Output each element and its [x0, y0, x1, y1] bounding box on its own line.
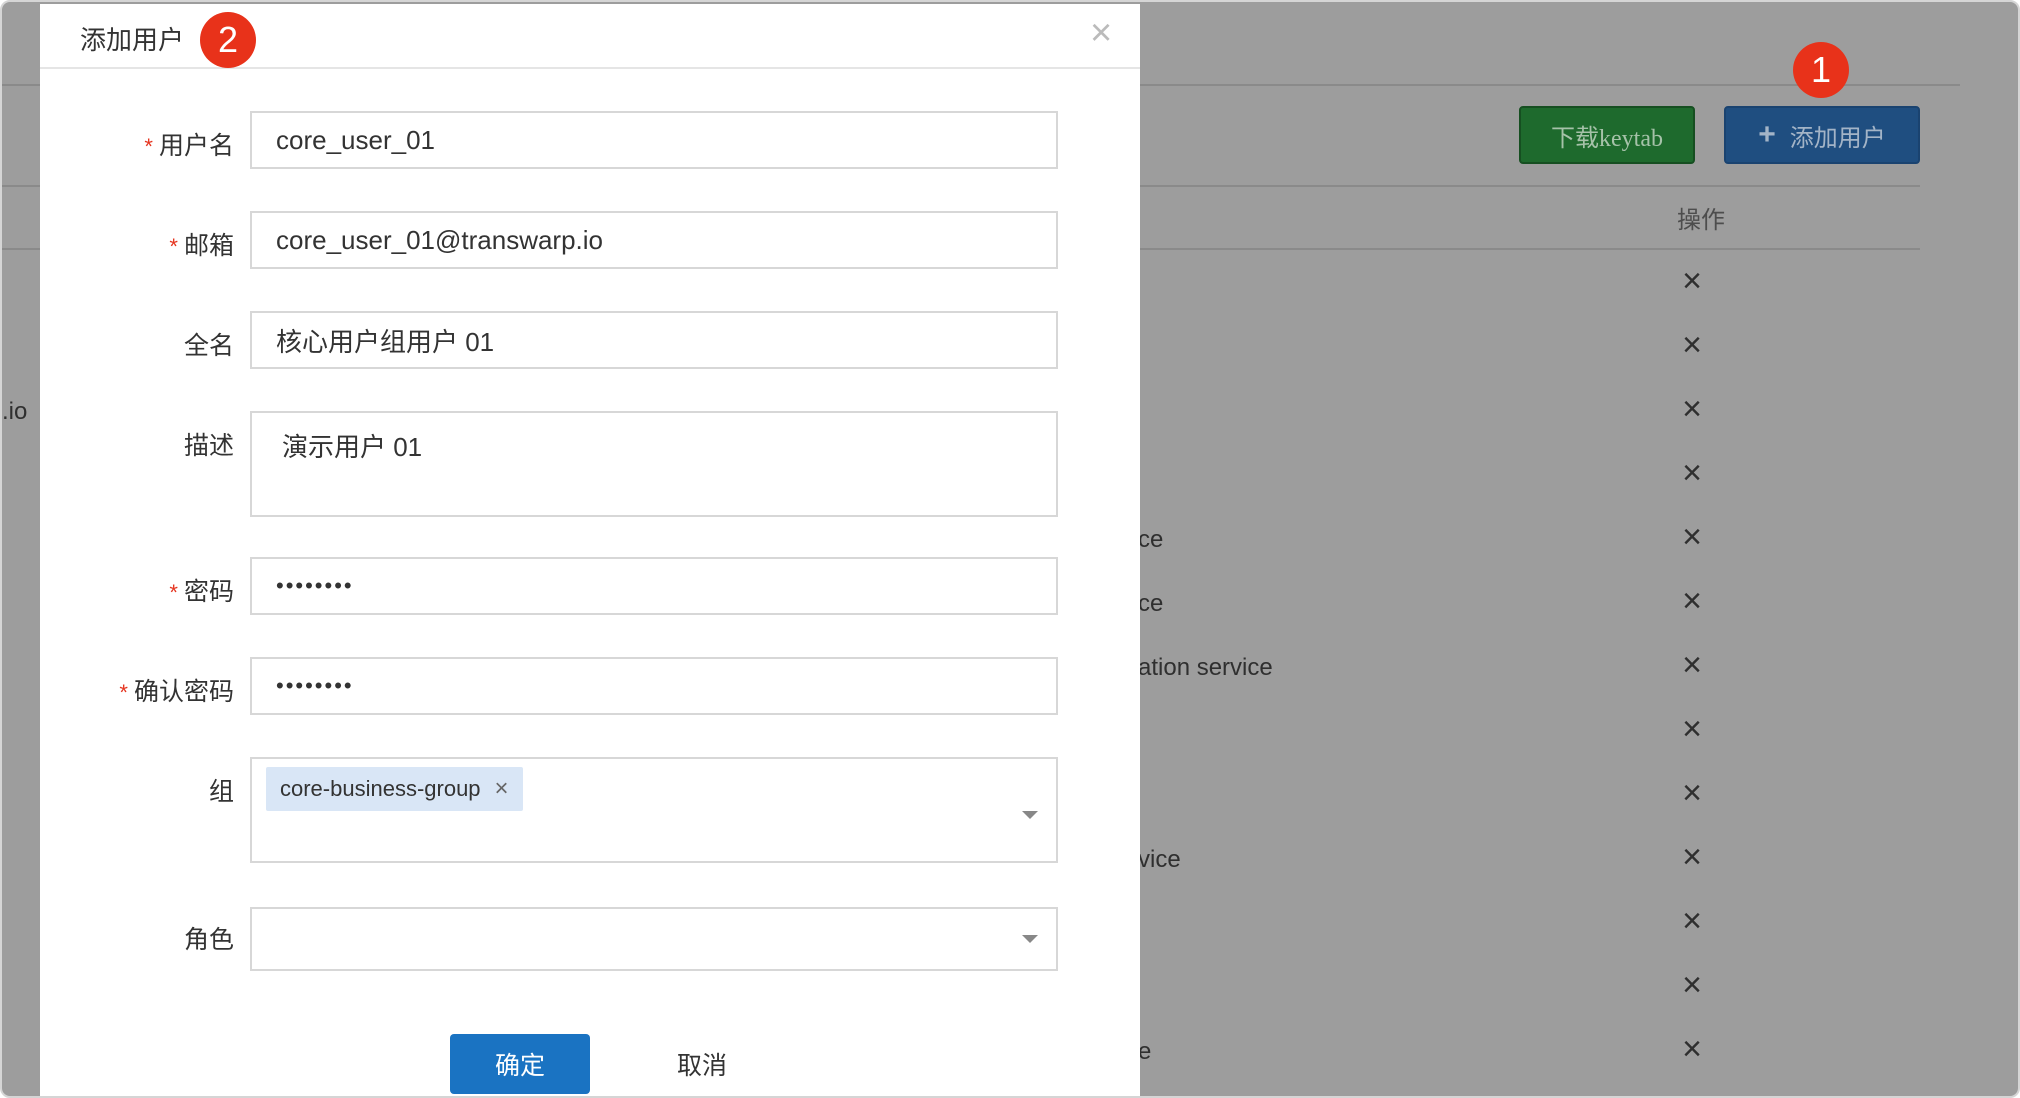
row-delete-icon[interactable]: ×: [1677, 968, 1707, 1002]
required-mark: *: [169, 234, 178, 259]
cancel-button[interactable]: 取消: [652, 1034, 752, 1094]
row-delete-icon[interactable]: ×: [1677, 648, 1707, 682]
download-keytab-label: 下载keytab: [1551, 125, 1663, 152]
row-delete-icon[interactable]: ×: [1677, 712, 1707, 746]
email-label: * 邮箱: [169, 232, 234, 260]
row-delete-icon[interactable]: ×: [1677, 392, 1707, 426]
tag-remove-icon[interactable]: ×: [495, 775, 509, 803]
partial-cell-text: ce: [1138, 590, 1164, 617]
step-badge-2: 2: [200, 12, 256, 68]
row-delete-icon[interactable]: ×: [1677, 520, 1707, 554]
required-mark: *: [169, 580, 178, 605]
fullname-input[interactable]: 核心用户组用户 01: [250, 311, 1058, 369]
row-delete-icon[interactable]: ×: [1677, 328, 1707, 362]
confirm-password-label: * 确认密码: [119, 678, 234, 706]
dialog-title: 添加用户: [80, 25, 185, 55]
plus-icon: +: [1758, 118, 1776, 151]
role-label: 角色: [183, 926, 234, 954]
step-badge-1: 1: [1793, 42, 1849, 98]
chevron-down-icon[interactable]: [1022, 935, 1038, 943]
partial-cell-text: ce: [1138, 526, 1164, 553]
username-input[interactable]: core_user_01: [250, 111, 1058, 169]
row-delete-icon[interactable]: ×: [1677, 904, 1707, 938]
row-delete-icon[interactable]: ×: [1677, 264, 1707, 298]
description-label: 描述: [183, 432, 234, 460]
password-label: * 密码: [169, 578, 234, 606]
username-label: * 用户名: [144, 132, 234, 160]
row-delete-icon[interactable]: ×: [1677, 776, 1707, 810]
email-input[interactable]: core_user_01@transwarp.io: [250, 211, 1058, 269]
close-icon[interactable]: ×: [1090, 14, 1112, 52]
group-tag: core-business-group ×: [266, 767, 523, 811]
row-delete-icon[interactable]: ×: [1677, 584, 1707, 618]
partial-cell-text: vice: [1138, 846, 1181, 873]
required-mark: *: [119, 680, 128, 705]
screen: 下载keytab + 添加用户 1 操作 .io ce ce ation ser…: [0, 0, 2020, 1098]
row-delete-icon[interactable]: ×: [1677, 1032, 1707, 1066]
row-delete-icon[interactable]: ×: [1677, 840, 1707, 874]
partial-cell-text: .io: [2, 398, 28, 425]
add-user-dialog: 添加用户 2 × * 用户名 core_user_01 * 邮箱 core_user…: [40, 4, 1140, 1096]
group-select[interactable]: core-business-group ×: [250, 757, 1058, 863]
description-textarea[interactable]: 演示用户 01: [250, 411, 1058, 517]
confirm-button[interactable]: 确定: [450, 1034, 590, 1094]
confirm-password-input[interactable]: ••••••••: [250, 657, 1058, 715]
add-user-button[interactable]: + 添加用户: [1724, 106, 1920, 164]
group-label: 组: [208, 778, 234, 806]
password-input[interactable]: ••••••••: [250, 557, 1058, 615]
dialog-header: 添加用户 2 ×: [40, 4, 1140, 69]
required-mark: *: [144, 134, 153, 159]
partial-cell-text: ation service: [1138, 654, 1273, 681]
download-keytab-button[interactable]: 下载keytab: [1519, 106, 1695, 164]
ops-column-header: 操作: [1677, 207, 1725, 234]
role-select[interactable]: [250, 907, 1058, 971]
fullname-label: 全名: [183, 332, 234, 360]
add-user-label: 添加用户: [1789, 124, 1886, 152]
chevron-down-icon[interactable]: [1022, 811, 1038, 819]
row-delete-icon[interactable]: ×: [1677, 456, 1707, 490]
partial-cell-text: e: [1138, 1038, 1152, 1065]
